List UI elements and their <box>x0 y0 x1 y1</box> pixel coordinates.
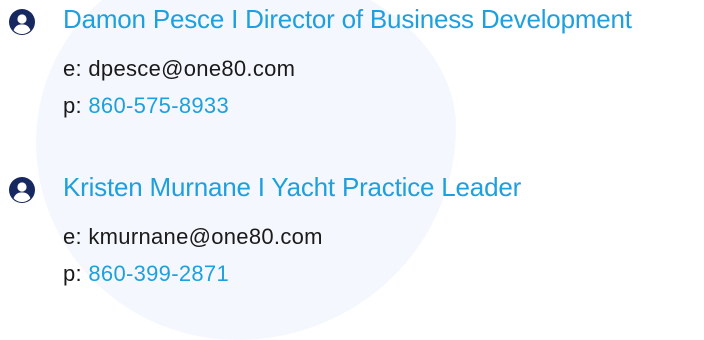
email-line: e: dpesce@one80.com <box>63 55 295 83</box>
email-link[interactable]: dpesce@one80.com <box>88 56 295 81</box>
user-circle-icon <box>9 9 35 35</box>
phone-link[interactable]: 860-575-8933 <box>88 93 229 118</box>
phone-link[interactable]: 860-399-2871 <box>88 261 229 286</box>
contact-name: Kristen Murnane I Yacht Practice Leader <box>63 172 522 202</box>
phone-label: p: <box>63 93 89 118</box>
email-line: e: kmurnane@one80.com <box>63 223 323 251</box>
email-link[interactable]: kmurnane@one80.com <box>88 224 322 249</box>
user-circle-icon <box>9 177 35 203</box>
contact-name: Damon Pesce I Director of Business Devel… <box>63 4 632 34</box>
email-label: e: <box>63 56 89 81</box>
phone-line: p: 860-575-8933 <box>63 92 229 120</box>
email-label: e: <box>63 224 89 249</box>
phone-label: p: <box>63 261 89 286</box>
background-shape <box>36 0 456 340</box>
